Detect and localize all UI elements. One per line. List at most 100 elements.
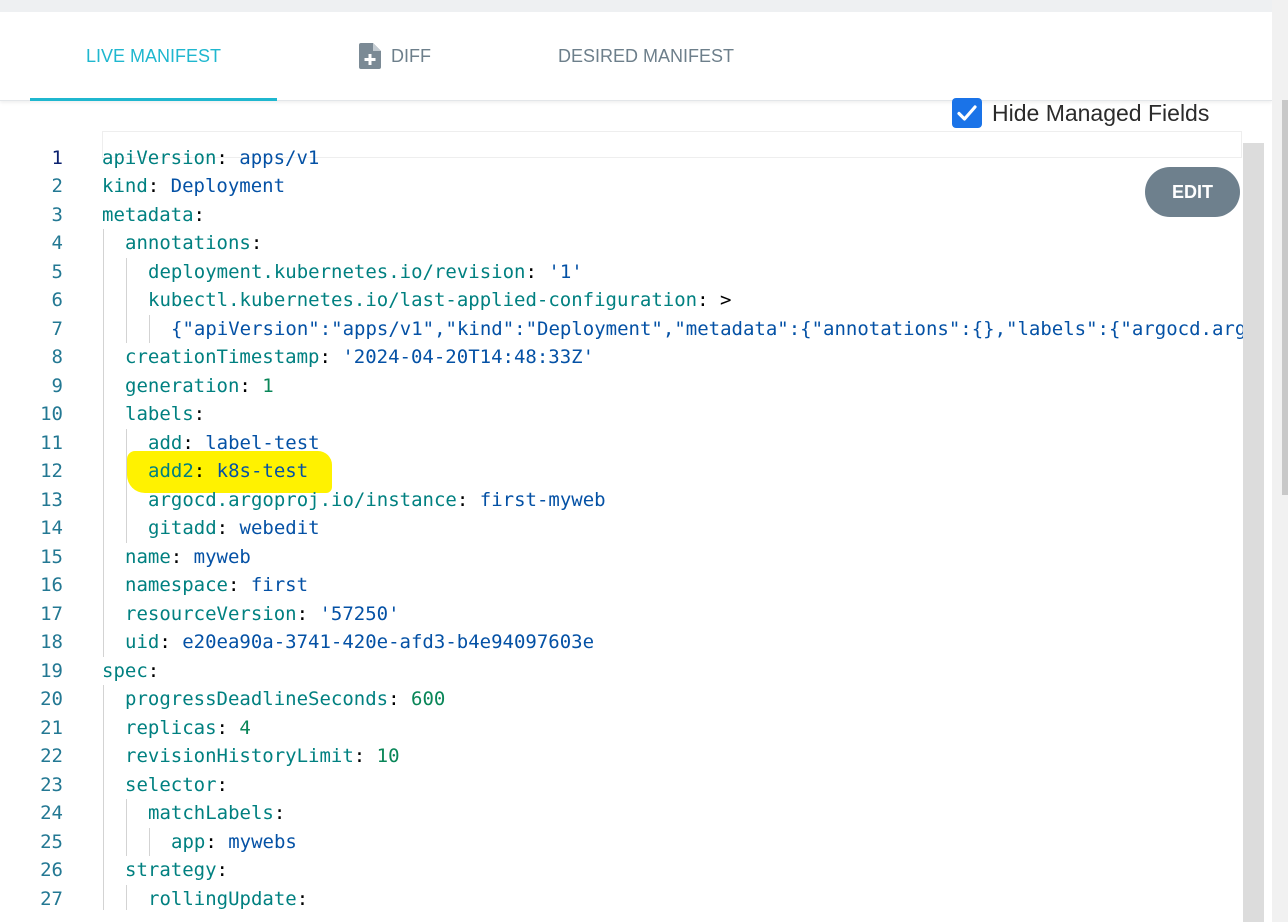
code-text: {"apiVersion":"apps/v1","kind":"Deployme…: [171, 315, 1258, 344]
yaml-key: gitadd: [148, 517, 217, 539]
page-scrollbar-thumb[interactable]: [1282, 100, 1288, 495]
code-line[interactable]: 22 revisionHistoryLimit: 10: [0, 742, 1264, 771]
yaml-key: generation: [125, 374, 240, 397]
yaml-value: e20ea90a-3741-420e-afd3-b4e94097603e: [182, 631, 595, 653]
edit-button[interactable]: EDIT: [1145, 167, 1240, 217]
code-line[interactable]: 20 progressDeadlineSeconds: 600: [0, 685, 1264, 714]
code-text: matchLabels:: [148, 799, 285, 828]
code-text: creationTimestamp: '2024-04-20T14:48:33Z…: [125, 343, 594, 372]
code-text: annotations:: [125, 229, 262, 258]
code-text: gitadd: webedit: [148, 514, 320, 543]
code-line[interactable]: 11 add: label-test: [0, 429, 1264, 458]
code-line[interactable]: 27 rollingUpdate:: [0, 885, 1264, 911]
code-line[interactable]: 10 labels:: [0, 400, 1264, 429]
line-number: 17: [40, 602, 63, 625]
line-number: 11: [40, 431, 63, 454]
code-line[interactable]: 1 apiVersion: apps/v1: [0, 144, 1264, 173]
line-number: 25: [40, 830, 63, 853]
yaml-key: kind: [102, 175, 148, 197]
code-text: spec:: [102, 657, 159, 686]
yaml-key: apiVersion: [102, 146, 217, 169]
yaml-separator: :: [193, 460, 217, 482]
tab-desired-manifest[interactable]: DESIRED MANIFEST: [540, 12, 752, 100]
code-line[interactable]: 7 {"apiVersion":"apps/v1","kind":"Deploym…: [0, 315, 1264, 344]
yaml-key: add: [148, 431, 183, 454]
code-line[interactable]: 6 kubectl.kubernetes.io/last-applied-conf…: [0, 286, 1264, 315]
yaml-separator: :: [147, 175, 171, 197]
yaml-separator: :: [273, 802, 286, 824]
yaml-separator: :: [216, 859, 228, 881]
hide-managed-fields-checkbox[interactable]: [952, 98, 982, 128]
yaml-separator: :: [216, 146, 240, 169]
yaml-separator: :: [170, 545, 194, 568]
code-line[interactable]: 13 argocd.argoproj.io/instance: first-myw…: [0, 486, 1264, 515]
yaml-separator: :: [193, 203, 205, 226]
yaml-key: annotations: [125, 232, 251, 254]
code-text: add2: k8s-test: [148, 457, 308, 486]
code-line[interactable]: 16 namespace: first: [0, 571, 1264, 600]
tab-bar: LIVE MANIFEST DIFF DESIRED MANIFEST: [0, 12, 1272, 101]
yaml-value: apps/v1: [239, 146, 320, 169]
code-line[interactable]: 8 creationTimestamp: '2024-04-20T14:48:33…: [0, 343, 1264, 372]
yaml-key: creationTimestamp: [125, 346, 320, 368]
hide-managed-fields-label: Hide Managed Fields: [992, 99, 1210, 126]
code-line[interactable]: 25 app: mywebs: [0, 828, 1264, 857]
code-line[interactable]: 17 resourceVersion: '57250': [0, 600, 1264, 629]
yaml-value: myweb: [193, 545, 251, 568]
line-number: 1: [51, 146, 63, 169]
yaml-separator: :: [227, 574, 251, 596]
editor-scrollbar[interactable]: [1243, 143, 1264, 922]
yaml-value: {"apiVersion":"apps/v1","kind":"Deployme…: [171, 317, 1258, 340]
yaml-value: first-myweb: [479, 488, 606, 511]
yaml-value: first: [250, 574, 309, 596]
code-line[interactable]: 2 kind: Deployment: [0, 172, 1264, 201]
yaml-separator: :: [697, 289, 720, 311]
yaml-key: spec: [102, 659, 148, 682]
code-line[interactable]: 19 spec:: [0, 657, 1264, 686]
code-text: metadata:: [102, 201, 205, 230]
yaml-value: webedit: [239, 517, 320, 539]
code-line[interactable]: 21 replicas: 4: [0, 714, 1264, 743]
line-number: 8: [51, 346, 63, 368]
checkmark-icon: [957, 105, 977, 121]
yaml-key: argocd.argoproj.io/instance: [148, 488, 457, 511]
yaml-key: revisionHistoryLimit: [125, 745, 354, 767]
line-number: 18: [40, 631, 63, 653]
yaml-value: mywebs: [228, 830, 297, 853]
code-line[interactable]: 4 annotations:: [0, 229, 1264, 258]
code-line[interactable]: 3 metadata:: [0, 201, 1264, 230]
yaml-key: replicas: [125, 716, 217, 739]
yaml-value: 4: [239, 716, 251, 739]
code-text: rollingUpdate:: [148, 885, 308, 911]
tab-diff[interactable]: DIFF: [340, 12, 450, 100]
yaml-key: uid: [125, 631, 160, 653]
code-text: app: mywebs: [171, 828, 297, 857]
yaml-key: add2: [148, 460, 194, 482]
yaml-separator: :: [205, 830, 229, 853]
code-line[interactable]: 24 matchLabels:: [0, 799, 1264, 828]
code-line[interactable]: 12 add2: k8s-test: [0, 457, 1264, 486]
code-line[interactable]: 5 deployment.kubernetes.io/revision: '1': [0, 258, 1264, 287]
code-text: namespace: first: [125, 571, 308, 600]
line-number: 24: [40, 802, 63, 824]
line-number: 15: [40, 545, 63, 568]
yaml-key: namespace: [125, 574, 228, 596]
line-number: 10: [40, 403, 63, 425]
yaml-separator: :: [456, 488, 480, 511]
line-number: 27: [40, 887, 63, 910]
code-line[interactable]: 15 name: myweb: [0, 543, 1264, 572]
code-line[interactable]: 14 gitadd: webedit: [0, 514, 1264, 543]
code-text: revisionHistoryLimit: 10: [125, 742, 400, 771]
code-line[interactable]: 18 uid: e20ea90a-3741-420e-afd3-b4e940976…: [0, 628, 1264, 657]
code-line[interactable]: 26 strategy:: [0, 856, 1264, 885]
code-line[interactable]: 23 selector:: [0, 771, 1264, 800]
tab-live-manifest[interactable]: LIVE MANIFEST: [30, 12, 277, 101]
yaml-key: deployment.kubernetes.io/revision: [148, 260, 526, 283]
code-text: labels:: [125, 400, 205, 429]
yaml-editor[interactable]: 1 apiVersion: apps/v1 2 kind: Deployment 3 me…: [0, 130, 1264, 910]
yaml-key: kubectl.kubernetes.io/last-applied-confi…: [148, 289, 698, 311]
hide-managed-fields-option[interactable]: Hide Managed Fields: [952, 98, 1209, 128]
tab-desired-manifest-label: DESIRED MANIFEST: [557, 45, 735, 66]
yaml-separator: :: [296, 887, 309, 910]
code-line[interactable]: 9 generation: 1: [0, 372, 1264, 401]
